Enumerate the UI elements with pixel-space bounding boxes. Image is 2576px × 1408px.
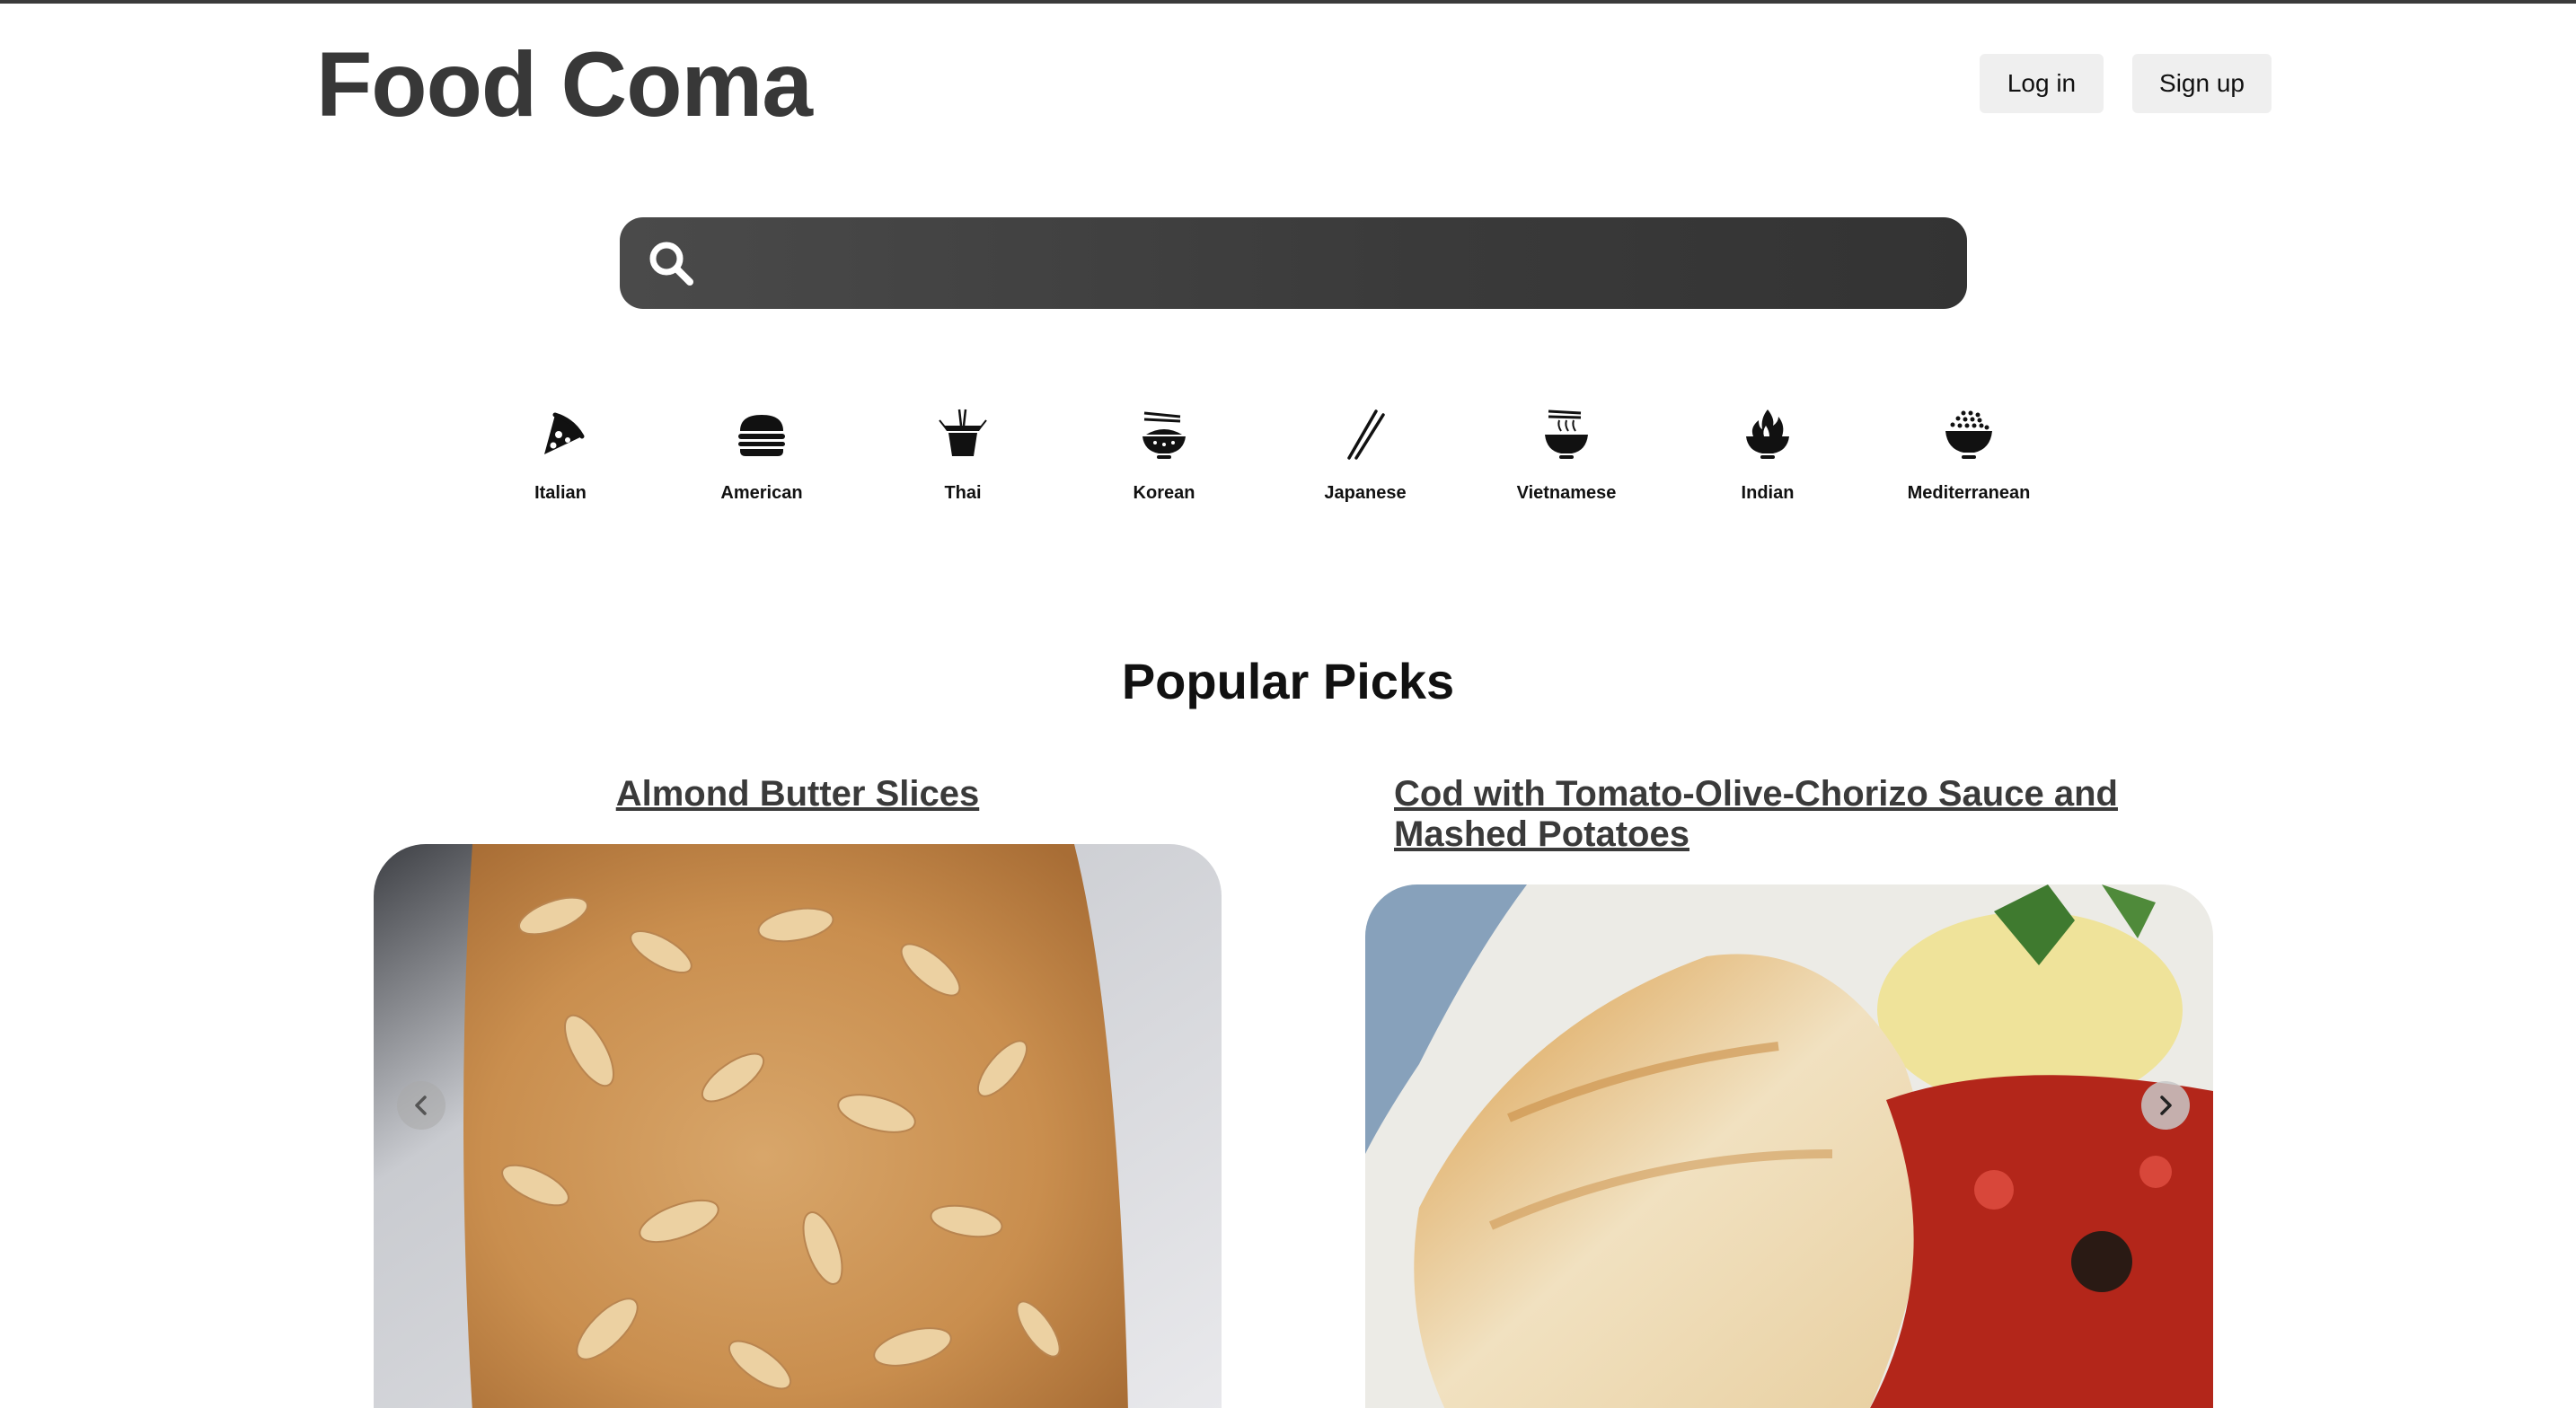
chopsticks-icon: [1347, 409, 1385, 460]
rice-bowl-chopsticks-icon: [1142, 411, 1186, 459]
cuisine-label: American: [720, 483, 803, 503]
cuisine-american[interactable]: American: [672, 406, 851, 504]
carousel-next-button[interactable]: [2141, 1081, 2190, 1130]
signup-button[interactable]: Sign up: [2132, 54, 2272, 113]
cuisine-label: Mediterranean: [1907, 483, 2031, 503]
cuisine-italian[interactable]: Italian: [471, 406, 650, 504]
cuisine-mediterranean[interactable]: Mediterranean: [1879, 406, 2059, 504]
cuisine-label: Japanese: [1324, 483, 1407, 503]
chevron-left-icon: [415, 1096, 427, 1115]
site-logo[interactable]: Food Coma: [316, 34, 813, 135]
cuisine-label: Vietnamese: [1516, 483, 1617, 503]
cuisine-label: Thai: [944, 483, 982, 503]
cuisine-korean[interactable]: Korean: [1074, 406, 1254, 504]
almond-butter-slices-photo[interactable]: [374, 844, 1222, 1408]
search-input[interactable]: [697, 217, 1967, 309]
cuisine-vietnamese[interactable]: Vietnamese: [1477, 406, 1656, 504]
burger-icon: [738, 415, 785, 456]
search-bar: [620, 217, 1967, 309]
cuisine-label: Italian: [534, 483, 587, 503]
cuisine-japanese[interactable]: Japanese: [1275, 406, 1455, 504]
cuisine-indian[interactable]: Indian: [1678, 406, 1857, 504]
cuisine-label: Korean: [1133, 483, 1195, 503]
carousel-prev-button[interactable]: [397, 1081, 446, 1130]
cuisine-categories: Italian American Thai Korean Japanese Vi…: [459, 406, 2030, 523]
chevron-right-icon: [2160, 1096, 2172, 1115]
cuisine-label: Indian: [1741, 483, 1795, 503]
recipe-title-link[interactable]: Cod with Tomato-Olive-Chorizo Sauce and …: [1394, 774, 2130, 855]
pizza-slice-icon: [544, 412, 585, 454]
takeout-box-icon: [939, 409, 987, 456]
recipe-title-link[interactable]: Almond Butter Slices: [374, 774, 1222, 814]
search-icon[interactable]: [645, 237, 697, 289]
cuisine-thai[interactable]: Thai: [873, 406, 1053, 504]
noodle-bowl-icon: [1545, 409, 1588, 459]
cod-tomato-olive-chorizo-photo[interactable]: [1365, 884, 2213, 1408]
flame-bowl-icon: [1746, 409, 1789, 459]
popular-picks-heading: Popular Picks: [1121, 653, 1455, 709]
grain-bowl-icon: [1945, 410, 1992, 459]
login-button[interactable]: Log in: [1980, 54, 2104, 113]
